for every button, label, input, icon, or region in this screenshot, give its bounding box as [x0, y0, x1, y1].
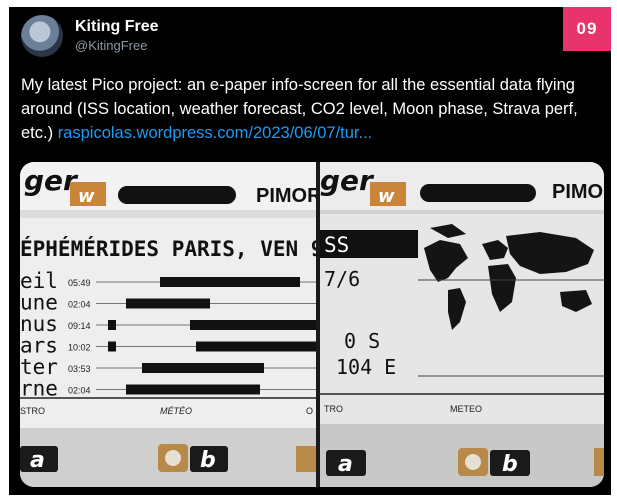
left-row-time: 05:49 [68, 278, 91, 288]
author-name[interactable]: Kiting Free [75, 18, 159, 36]
right-logo-badge-text: w [378, 186, 395, 207]
left-row-bar [160, 277, 300, 287]
avatar[interactable] [21, 15, 63, 57]
left-row-bar [142, 363, 264, 373]
tweet-text: My latest Pico project: an e-paper info-… [21, 73, 601, 145]
left-button-b-label: b [200, 448, 216, 473]
left-button-a-label: a [30, 448, 45, 473]
left-row-bar [190, 320, 316, 330]
number-badge: 09 [563, 7, 611, 51]
right-line-3: 104 E [336, 355, 396, 379]
right-line-2: 0 S [344, 329, 380, 353]
tweet-link[interactable]: raspicolas.wordpress.com/2023/06/07/tur.… [58, 124, 373, 142]
left-row-label: rne [20, 377, 58, 401]
right-tab-astro: TRO [324, 404, 343, 414]
left-row-bar [126, 298, 210, 309]
left-row-label: eil [20, 269, 58, 293]
right-line-1: 7/6 [324, 267, 360, 291]
right-button-c-edge [594, 448, 604, 476]
photo-scene: ger w PIMOR ÉPHÉMÉRIDES PARIS, VEN 9 eil… [20, 162, 604, 487]
right-button-b-label: b [502, 452, 518, 477]
left-row-time: 03:53 [68, 364, 91, 374]
right-logo-text: ger [320, 164, 375, 197]
left-button-b-cap [165, 450, 181, 466]
left-row-bar [126, 384, 260, 395]
left-row-bar [196, 341, 316, 352]
left-logo-badge-text: w [78, 186, 95, 207]
photo-divider [316, 162, 320, 487]
left-row-bar [108, 320, 116, 330]
left-row-label: ter [20, 355, 58, 379]
left-brand: PIMOR [256, 185, 322, 207]
right-tab-meteo: METEO [450, 404, 482, 414]
right-header: SS [324, 233, 349, 257]
left-row-time: 02:04 [68, 386, 91, 396]
right-button-b-cap [465, 454, 481, 470]
left-row-time: 02:04 [68, 300, 91, 310]
left-button-c-edge [296, 446, 316, 472]
left-tab-extra: O [306, 406, 313, 416]
left-top-slot [118, 186, 236, 204]
attached-photo[interactable]: ger w PIMOR ÉPHÉMÉRIDES PARIS, VEN 9 eil… [20, 162, 604, 487]
left-row-time: 09:14 [68, 321, 91, 331]
left-row-label: nus [20, 312, 58, 336]
right-brand: PIMO [552, 181, 603, 203]
right-button-a-label: a [338, 452, 353, 477]
left-row-time: 10:02 [68, 343, 91, 353]
left-row-label: ars [20, 334, 58, 358]
author-handle[interactable]: @KitingFree [75, 38, 147, 53]
left-row-bar [108, 341, 116, 352]
left-header: ÉPHÉMÉRIDES PARIS, VEN 9 [20, 236, 323, 261]
left-row-label: une [20, 291, 58, 315]
right-top-slot [420, 184, 536, 202]
left-tab-meteo: MÉTÉO [160, 406, 192, 416]
tweet-card: Kiting Free @KitingFree 09 My latest Pic… [9, 7, 611, 495]
left-tab-astro: STRO [20, 406, 45, 416]
